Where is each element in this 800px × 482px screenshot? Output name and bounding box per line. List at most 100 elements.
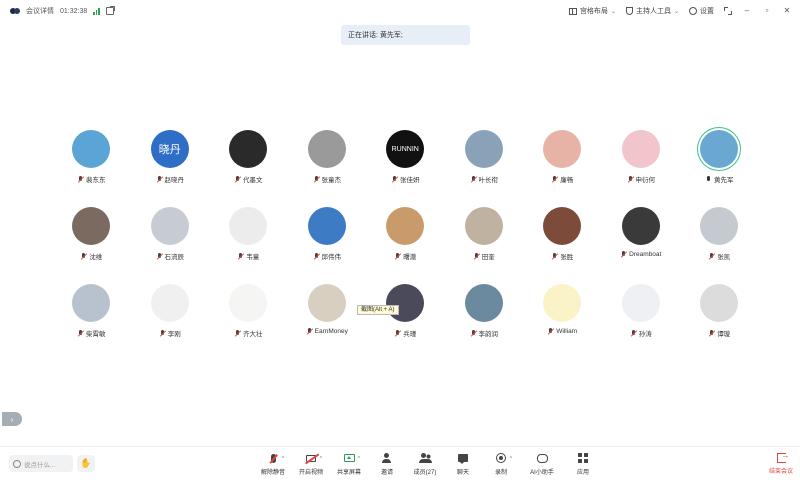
participant-name: 兵瑾 [403, 331, 417, 338]
participant-name: 代墨文 [243, 177, 263, 184]
settings-label: 设置 [700, 8, 714, 15]
avatar [543, 207, 582, 245]
title-bar-actions: 宫格布局 ⌄ 主持人工具 ⌄ 设置 – ▫ ✕ [568, 0, 792, 22]
ai-assistant-icon [536, 453, 548, 463]
host-tools-label: 主持人工具 [635, 8, 671, 15]
participant-tile[interactable]: 邱伟伟 [288, 207, 367, 267]
apps-button[interactable]: 应用 [564, 451, 602, 479]
layout-button[interactable]: 宫格布局 ⌄ [568, 6, 616, 16]
start-video-button[interactable]: ^ 开启视频 [292, 451, 330, 479]
participant-tile[interactable]: 李刚 [131, 284, 210, 344]
participant-tile[interactable]: RUNNIN 张佳妍 [366, 130, 445, 190]
unmute-label: 解除静音 [260, 470, 285, 476]
title-bar: 会议详情 01:32:38 宫格布局 ⌄ 主持人工具 ⌄ 设置 – ▫ ✕ [0, 0, 800, 22]
exit-icon [776, 451, 790, 463]
avatar [700, 130, 739, 168]
participant-name: 邱伟伟 [321, 254, 342, 261]
record-button[interactable]: ^ 录制 [482, 451, 520, 479]
mic-off-icon [470, 175, 477, 183]
chevron-up-icon[interactable]: ^ [320, 456, 322, 462]
popout-icon[interactable] [105, 6, 115, 15]
participant-tile[interactable]: 韦童 [209, 207, 288, 267]
participant-name: 张童杰 [321, 177, 342, 184]
chevron-down-icon: ⌄ [610, 8, 616, 15]
app-logo-icon [10, 8, 20, 14]
participant-tile[interactable]: 柴霄敏 [52, 284, 131, 344]
participant-name-row: 曙澈 [394, 251, 416, 261]
participant-tile[interactable]: 晓丹 赵晓丹 [131, 130, 210, 190]
participant-tile[interactable]: William [523, 284, 602, 344]
minimize-button[interactable]: – [742, 6, 752, 16]
chevron-up-icon[interactable]: ^ [358, 456, 360, 462]
expand-panel-button[interactable]: › [2, 412, 22, 426]
host-tools-button[interactable]: 主持人工具 ⌄ [625, 6, 679, 16]
chat-icon [458, 454, 468, 464]
share-screen-icon [343, 454, 355, 462]
participant-name: 齐大壮 [243, 331, 263, 338]
chevron-up-icon[interactable]: ^ [510, 456, 512, 462]
participant-name-row: 张佳妍 [391, 174, 420, 184]
participant-tile[interactable]: 田奎 [445, 207, 524, 267]
chevron-down-icon: ⌄ [673, 8, 679, 15]
screenshot-tooltip: 截图(Alt + A) [357, 305, 399, 315]
mic-off-icon [234, 175, 241, 183]
chat-button[interactable]: 聊天 [444, 451, 482, 479]
invite-button[interactable]: 邀请 [368, 451, 406, 479]
participant-name-row: 兵瑾 [394, 328, 416, 338]
participant-name-row: 李韵润 [470, 328, 498, 338]
avatar [72, 207, 111, 245]
shield-icon [625, 7, 633, 15]
participant-tile[interactable]: 张凯 [680, 207, 759, 267]
participant-tile[interactable]: 孙涛 [602, 284, 681, 344]
participant-tile[interactable]: 代墨文 [209, 130, 288, 190]
members-label: 成员(27) [413, 470, 437, 476]
unmute-button[interactable]: ^ 解除静音 [254, 451, 292, 479]
participant-name: 孙涛 [638, 331, 652, 338]
participant-tile[interactable]: Dreamboat [602, 207, 681, 267]
avatar [150, 207, 189, 245]
participant-tile[interactable]: 黄先军 [680, 130, 759, 190]
settings-button[interactable]: 设置 [689, 6, 714, 16]
participant-tile[interactable]: 张胜 [523, 207, 602, 267]
fullscreen-icon[interactable] [724, 7, 732, 15]
members-button[interactable]: 成员(27) [406, 451, 444, 479]
close-button[interactable]: ✕ [782, 6, 792, 16]
participant-name: 柴霄敏 [86, 331, 106, 338]
chevron-up-icon[interactable]: ^ [282, 456, 284, 462]
members-icon [418, 453, 432, 463]
participant-tile[interactable]: 曙澈 [366, 207, 445, 267]
participant-name-row: 张胜 [551, 251, 573, 261]
maximize-button[interactable]: ▫ [762, 6, 772, 16]
participant-tile[interactable]: 谭璇 [680, 284, 759, 344]
raise-hand-button[interactable]: ✋ [77, 455, 95, 472]
participant-tile[interactable]: EarnMoney [288, 284, 367, 344]
participant-tile[interactable]: 张童杰 [288, 130, 367, 190]
share-screen-button[interactable]: ^ 共享屏幕 [330, 451, 368, 479]
avatar [229, 284, 268, 322]
end-meeting-button[interactable]: 结束会议 [766, 451, 796, 475]
meeting-info-button[interactable]: 会议详情 [26, 6, 54, 16]
participant-tile[interactable]: 齐大壮 [209, 284, 288, 344]
participant-tile[interactable]: 廉畅 [523, 130, 602, 190]
ai-assistant-button[interactable]: AI小助手 [520, 451, 564, 479]
network-signal-icon[interactable] [93, 7, 100, 15]
participant-tile[interactable]: 李韵润 [445, 284, 524, 344]
participant-name-row: 邱伟伟 [313, 251, 342, 261]
participant-name: Dreamboat [629, 251, 662, 258]
emoji-icon[interactable] [13, 459, 21, 468]
mic-off-icon [708, 252, 715, 260]
avatar [543, 130, 582, 168]
avatar: RUNNIN [386, 130, 425, 168]
avatar [700, 207, 739, 245]
participant-tile[interactable]: 石流辰 [131, 207, 210, 267]
participant-tile[interactable]: 沈维 [52, 207, 131, 267]
end-meeting-label: 结束会议 [768, 469, 793, 475]
quick-chat-input[interactable]: 说点什么... [9, 455, 73, 472]
participant-tile[interactable]: 裴东东 [52, 130, 131, 190]
participant-tile[interactable]: 叶长衔 [445, 130, 524, 190]
participant-tile[interactable]: 申衍何 [602, 130, 681, 190]
chat-placeholder: 说点什么... [24, 461, 56, 469]
participant-name-row: 廉畅 [551, 174, 573, 184]
avatar [386, 207, 425, 245]
participant-name-row: 张凯 [708, 251, 730, 261]
